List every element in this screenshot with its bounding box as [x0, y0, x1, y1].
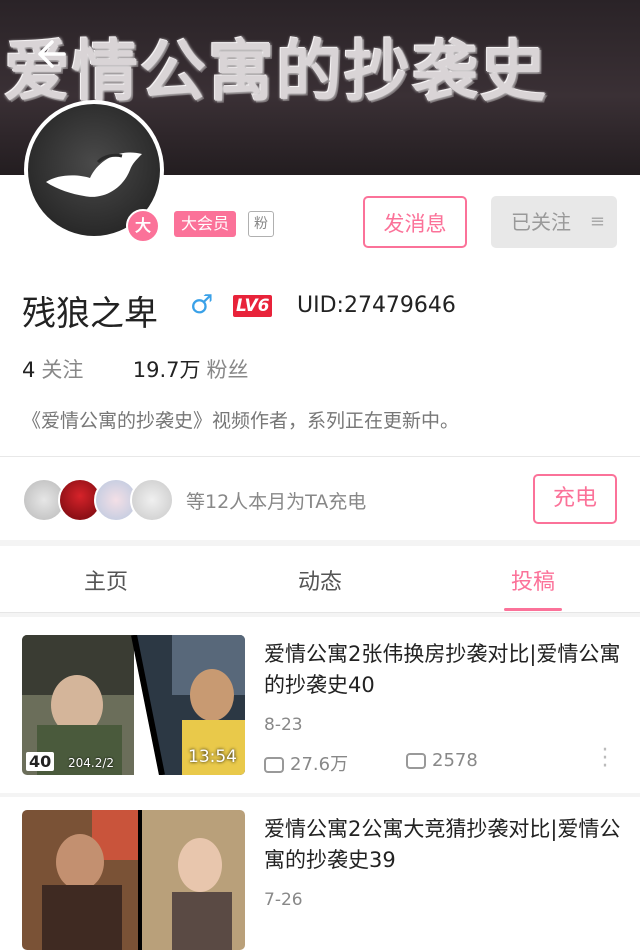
followed-button[interactable]: 已关注 ≡ [491, 196, 617, 248]
user-stats: 4 关注 19.7万 粉丝 [22, 354, 249, 384]
active-tab-indicator [504, 608, 562, 611]
video-card[interactable]: 40 204.2/2 13:54 爱情公寓2张伟换房抄袭对比|爱情公寓的抄袭史4… [0, 617, 640, 793]
vip-badge: 大 [126, 209, 160, 243]
video-title[interactable]: 爱情公寓2公寓大竞猜抄袭对比|爱情公寓的抄袭史39 [264, 814, 624, 876]
tab-dynamics[interactable]: 动态 [260, 564, 380, 596]
charge-text: 等12人本月为TA充电 [186, 491, 367, 513]
user-bio: 《爱情公寓的抄袭史》视频作者，系列正在更新中。 [22, 410, 460, 432]
send-message-button[interactable]: 发消息 [363, 196, 467, 248]
tab-uploads[interactable]: 投稿 [473, 564, 593, 596]
video-duration: 13:54 [188, 747, 237, 767]
fan-medal-tag: 粉 [248, 211, 274, 237]
following-label[interactable]: 关注 [41, 358, 83, 382]
episode-badge: 40 [26, 752, 55, 771]
play-count-value: 27.6万 [290, 754, 349, 775]
danmaku-icon [406, 753, 426, 769]
video-date: 8-23 [264, 715, 303, 735]
danmaku-count-value: 2578 [432, 750, 478, 771]
episode-resolution: 204.2/2 [68, 756, 115, 770]
vip-tag: 大会员 [174, 211, 237, 237]
play-icon [264, 757, 284, 773]
more-options-icon[interactable]: · · · [600, 740, 610, 778]
charge-row[interactable]: 等12人本月为TA充电 充电 [0, 458, 640, 540]
video-title[interactable]: 爱情公寓2张伟换房抄袭对比|爱情公寓的抄袭史40 [264, 639, 624, 701]
user-uid: UID:27479646 [297, 293, 456, 318]
video-date: 7-26 [264, 890, 303, 910]
followers-count[interactable]: 19.7万 [133, 358, 201, 382]
level-badge: LV6 [233, 295, 273, 317]
supporter-avatar [130, 478, 174, 522]
video-thumbnail[interactable]: 40 204.2/2 13:54 [22, 635, 245, 775]
video-thumbnail[interactable] [22, 810, 245, 950]
tab-home[interactable]: 主页 [46, 564, 166, 596]
danmaku-count: 2578 [406, 750, 478, 771]
thumbnail-image [22, 810, 245, 950]
play-count: 27.6万 [264, 750, 348, 776]
male-icon: ♂ [190, 290, 214, 320]
profile-tabs: 主页 动态 投稿 [0, 546, 640, 613]
user-name: 残狼之卑 [22, 294, 158, 334]
video-card[interactable]: 爱情公寓2公寓大竞猜抄袭对比|爱情公寓的抄袭史39 7-26 [0, 797, 640, 950]
menu-icon: ≡ [589, 211, 605, 232]
followed-button-label: 已关注 [511, 210, 571, 234]
charge-button[interactable]: 充电 [533, 474, 617, 524]
divider [0, 456, 640, 457]
followers-label[interactable]: 粉丝 [207, 358, 249, 382]
following-count[interactable]: 4 [22, 358, 35, 382]
back-arrow-icon[interactable] [30, 34, 70, 74]
